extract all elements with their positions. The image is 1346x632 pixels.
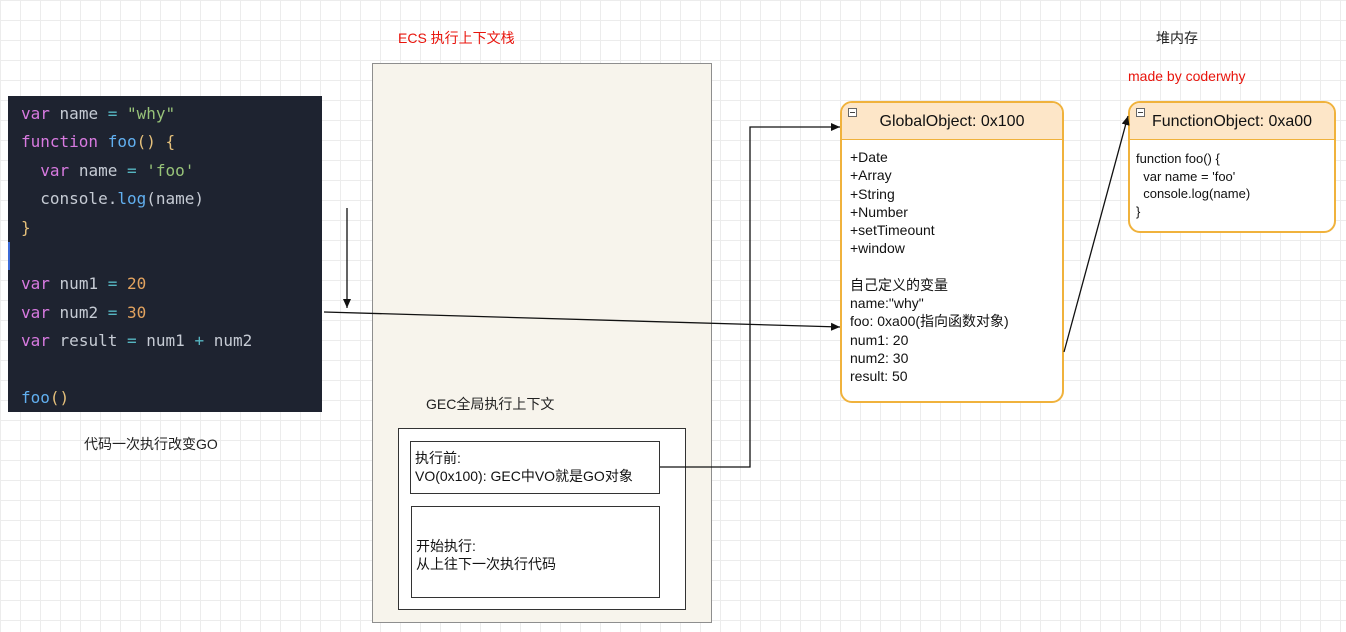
foo-to-function-object-arrow [1063, 115, 1130, 353]
code-to-go-arrow [323, 311, 841, 331]
connector-arrows [323, 115, 1130, 468]
vo-to-go-arrow [660, 123, 840, 468]
